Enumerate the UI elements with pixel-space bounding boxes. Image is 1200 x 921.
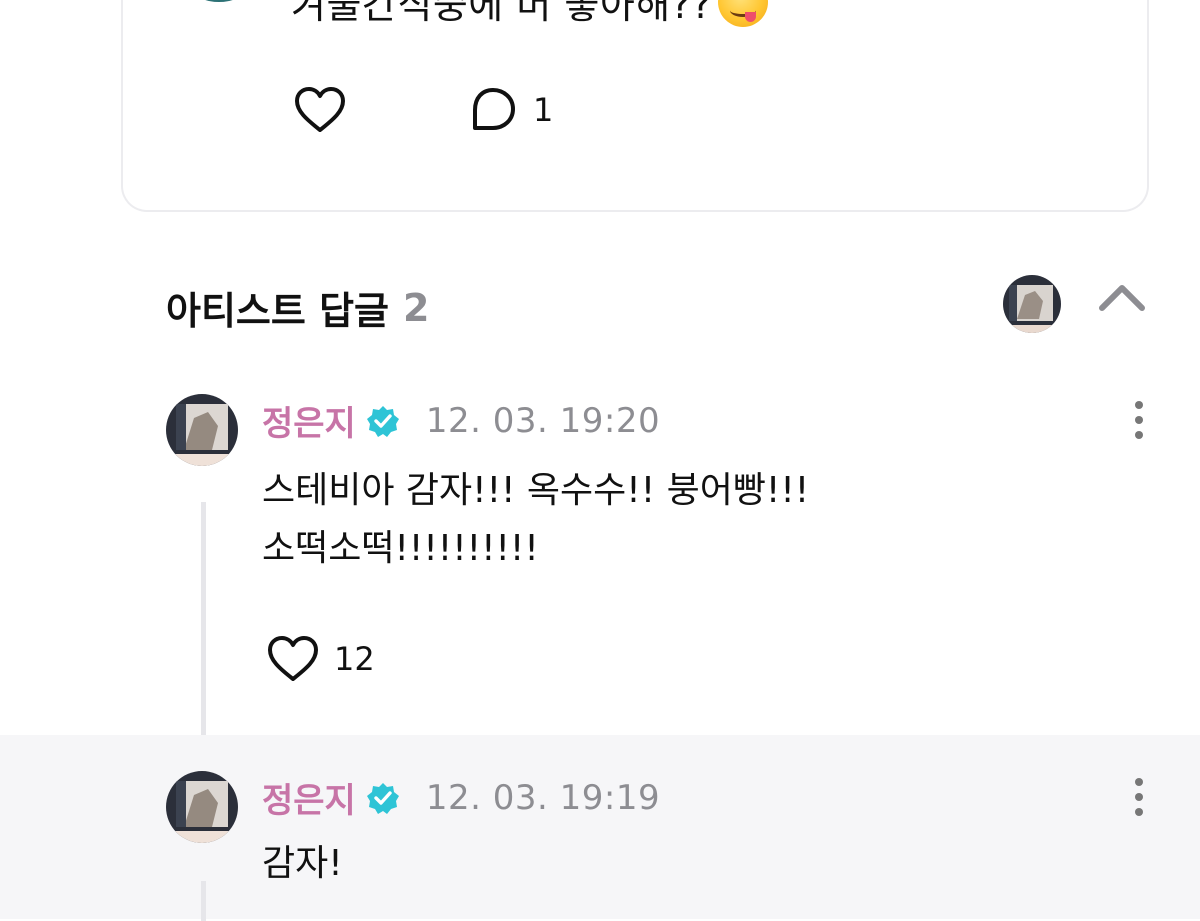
comment-count: 1 <box>533 91 554 129</box>
artist-avatar[interactable] <box>1003 275 1061 333</box>
verified-badge-icon <box>366 781 400 815</box>
comment-bubble-icon <box>473 88 515 130</box>
artist-replies-header: 아티스트 답글 2 <box>166 280 429 335</box>
artist-replies-title: 아티스트 답글 <box>166 289 389 333</box>
reply-author-name[interactable]: 정은지 <box>262 396 356 445</box>
artist-reply: 정은지 12. 03. 19:19 감자! <box>0 735 1200 921</box>
verified-badge-icon <box>366 404 400 438</box>
heart-icon <box>268 636 318 681</box>
reply-like-count: 12 <box>334 640 375 678</box>
post-author-avatar[interactable] <box>171 0 267 2</box>
reply-timestamp: 12. 03. 19:20 <box>425 400 661 441</box>
post-card: 겨울간식중에 머 좋아해?? 1 <box>121 0 1149 212</box>
savoring-food-emoji-icon <box>718 0 769 27</box>
heart-icon <box>295 87 345 132</box>
artist-replies-count: 2 <box>403 285 430 330</box>
reply-text-line: 감자! <box>262 843 343 884</box>
thread-line <box>201 881 206 921</box>
reply-like-button[interactable]: 12 <box>266 634 375 684</box>
thread-line <box>201 502 206 735</box>
artist-reply: 정은지 12. 03. 19:20 스테비아 감자!!! 옥수수!! 붕어빵!!… <box>0 380 1200 735</box>
reply-timestamp: 12. 03. 19:19 <box>425 777 661 818</box>
collapse-replies-button[interactable] <box>1098 282 1146 316</box>
reply-meta: 정은지 12. 03. 19:20 <box>262 396 660 445</box>
reply-meta: 정은지 12. 03. 19:19 <box>262 773 660 822</box>
reply-author-avatar[interactable] <box>166 394 238 466</box>
reply-text-line: 스테비아 감자!!! 옥수수!! 붕어빵!!! <box>262 470 810 511</box>
more-vertical-icon <box>1135 401 1143 439</box>
more-options-button[interactable] <box>1128 400 1150 444</box>
reply-author-avatar[interactable] <box>166 771 238 843</box>
post-text-content: 겨울간식중에 머 좋아해?? <box>291 0 713 27</box>
more-options-button[interactable] <box>1128 777 1150 821</box>
like-button[interactable] <box>293 85 347 135</box>
post-actions: 1 <box>293 84 553 136</box>
chevron-up-icon <box>1099 285 1145 311</box>
comment-button[interactable]: 1 <box>467 84 553 136</box>
more-vertical-icon <box>1135 778 1143 816</box>
reply-text: 감자! <box>262 835 343 893</box>
reply-text: 스테비아 감자!!! 옥수수!! 붕어빵!!! 소떡소떡!!!!!!!!!! <box>262 462 809 578</box>
post-text: 겨울간식중에 머 좋아해?? <box>291 0 769 29</box>
reply-author-name[interactable]: 정은지 <box>262 773 356 822</box>
reply-text-line: 소떡소떡!!!!!!!!!! <box>262 528 539 569</box>
